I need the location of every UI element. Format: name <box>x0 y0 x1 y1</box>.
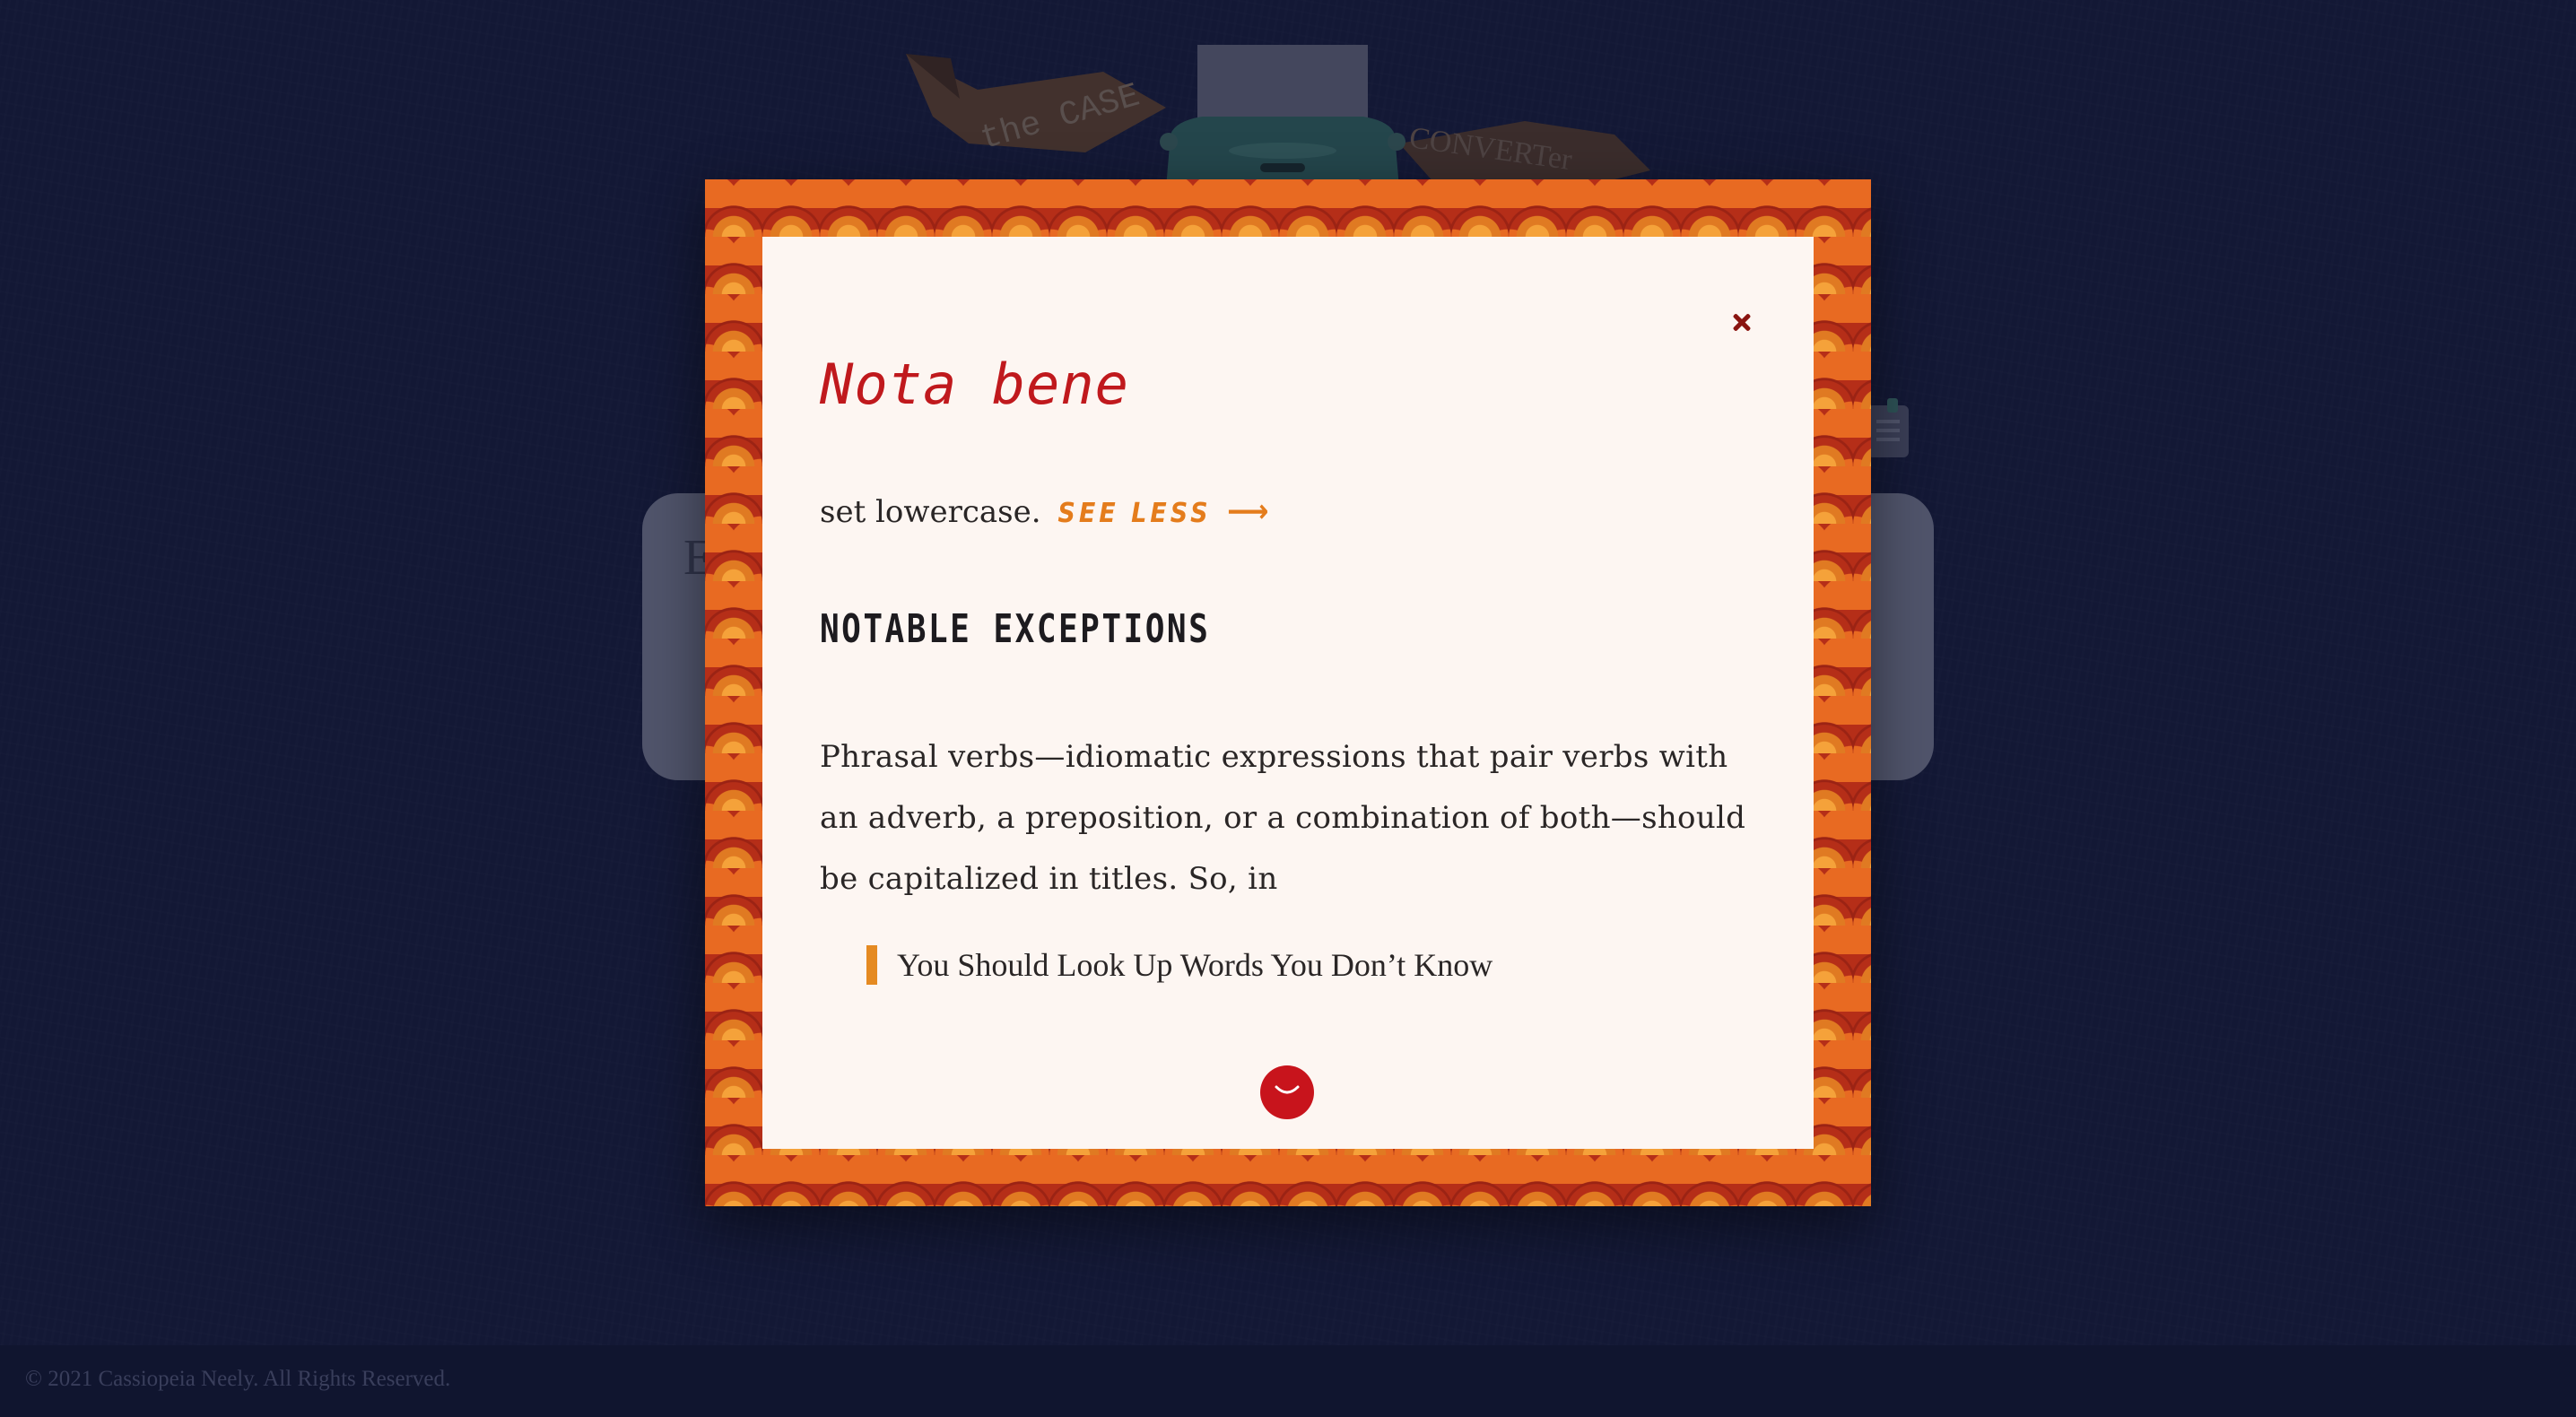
example-blockquote: You Should Look Up Words You Don’t Know <box>866 945 1493 985</box>
body-paragraph: Phrasal verbs—idiomatic expressions that… <box>820 739 1746 897</box>
section-heading: NOTABLE EXCEPTIONS <box>820 606 1211 652</box>
intro-text: set lowercase. <box>820 494 1041 530</box>
scroll-down-button[interactable] <box>1260 1065 1314 1119</box>
modal-content: Nota bene set lowercase. SEE LESS ⟶ NOTA… <box>762 237 1814 1149</box>
close-icon[interactable] <box>1724 305 1760 341</box>
see-less-link[interactable]: SEE LESS ⟶ <box>1057 493 1272 530</box>
see-less-label: SEE LESS <box>1057 498 1212 529</box>
intro-line: set lowercase. SEE LESS ⟶ <box>820 493 1272 530</box>
chevron-down-icon <box>1275 1085 1300 1094</box>
modal-title: Nota bene <box>820 352 1129 417</box>
nota-bene-modal: Nota bene set lowercase. SEE LESS ⟶ NOTA… <box>705 179 1871 1206</box>
arrow-right-icon: ⟶ <box>1226 493 1273 530</box>
